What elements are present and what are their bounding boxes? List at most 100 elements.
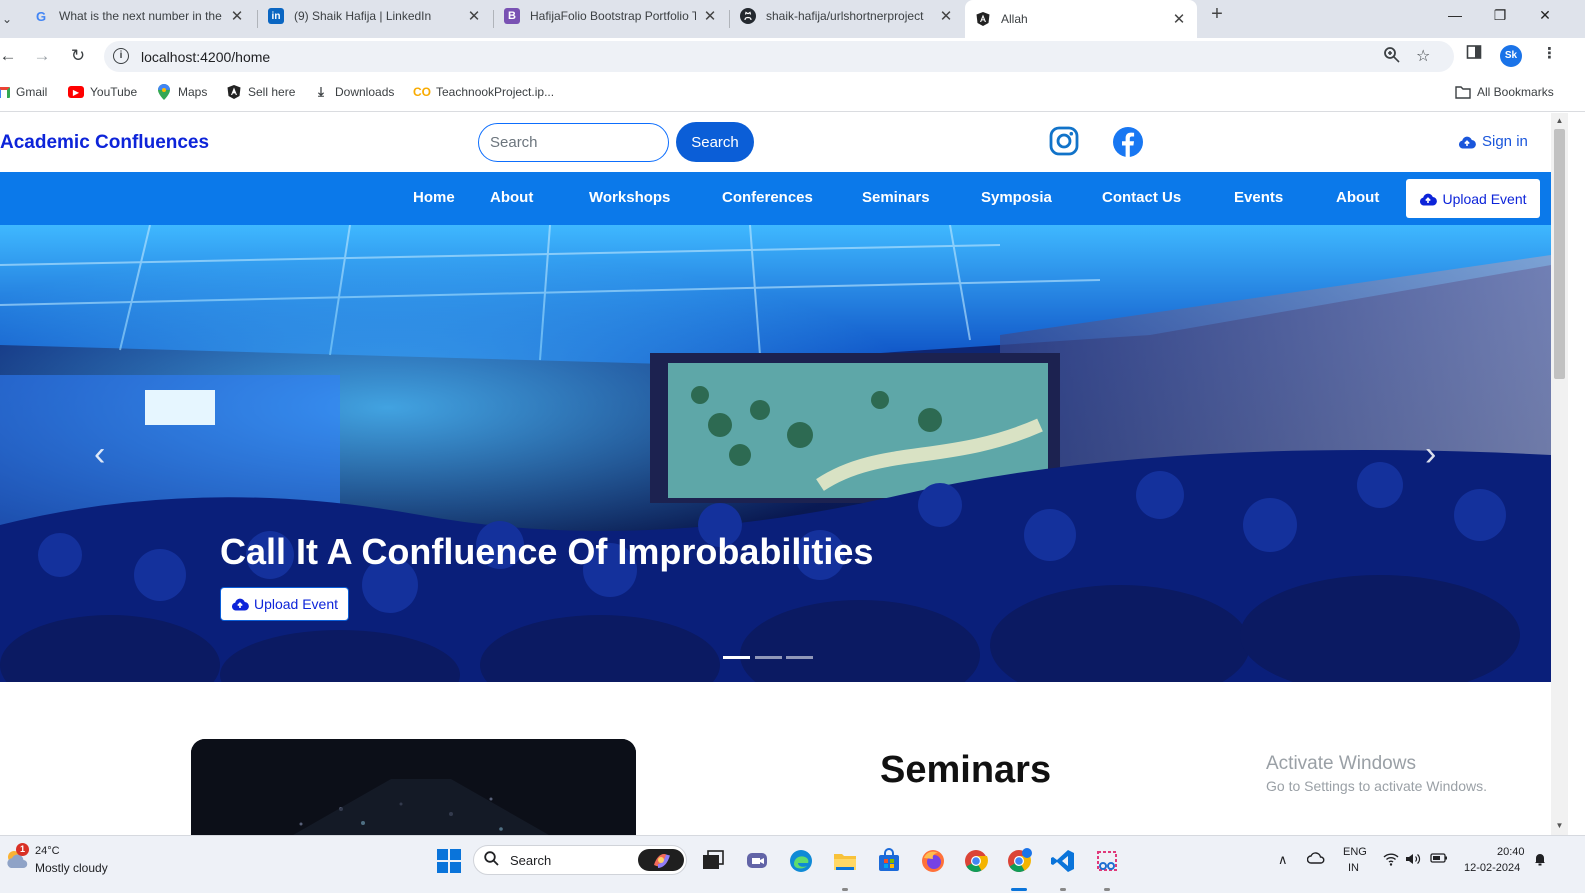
chrome-profile-icon[interactable] xyxy=(1006,848,1032,874)
search-input[interactable] xyxy=(478,123,669,162)
forward-icon[interactable]: → xyxy=(30,44,54,68)
nav-symposia[interactable]: Symposia xyxy=(981,189,1052,206)
github-icon xyxy=(740,8,756,24)
battery-icon[interactable] xyxy=(1430,852,1448,867)
file-explorer-icon[interactable] xyxy=(832,848,858,874)
tab-strip: ⌄ G What is the next number in the ✕ in … xyxy=(0,0,1585,38)
edge-icon[interactable] xyxy=(788,848,814,874)
tab-search-chevron-icon[interactable]: ⌄ xyxy=(0,8,14,30)
search-button[interactable]: Search xyxy=(676,122,754,162)
windows-start-icon[interactable] xyxy=(437,849,461,873)
tab-title: shaik-hafija/urlshortnerproject xyxy=(766,9,924,23)
brand-logo[interactable]: Academic Confluences xyxy=(0,132,209,154)
new-tab-icon[interactable]: + xyxy=(1205,3,1229,27)
minimize-icon[interactable]: — xyxy=(1432,0,1478,30)
folder-icon xyxy=(1455,85,1471,99)
bookmark-youtube[interactable]: ▶ YouTube xyxy=(68,83,137,101)
snipping-tool-icon[interactable] xyxy=(1094,848,1120,874)
side-panel-icon[interactable] xyxy=(1466,44,1482,64)
microsoft-store-icon[interactable] xyxy=(876,848,902,874)
carousel-indicator-1[interactable] xyxy=(723,656,750,659)
tab-title: Allah xyxy=(1001,12,1028,26)
tab-github[interactable]: shaik-hafija/urlshortnerproject ✕ xyxy=(730,2,964,30)
window-gutter xyxy=(1568,113,1585,835)
hero-upload-event-button[interactable]: Upload Event xyxy=(220,587,349,621)
nav-home[interactable]: Home xyxy=(413,189,455,206)
carousel-indicator-3[interactable] xyxy=(786,656,813,659)
menu-kebab-icon[interactable]: ⋮ xyxy=(1542,44,1557,62)
hero-button-label: Upload Event xyxy=(253,596,339,612)
page-scrollbar[interactable]: ▲ ▼ xyxy=(1551,113,1568,835)
tab-active[interactable]: Allah ✕ xyxy=(965,0,1197,38)
nav-conferences[interactable]: Conferences xyxy=(722,189,813,206)
notification-bell-icon[interactable] xyxy=(1533,852,1547,869)
sign-in-link[interactable]: Sign in xyxy=(1458,133,1528,150)
restore-icon[interactable]: ❐ xyxy=(1477,0,1523,30)
zoom-icon[interactable] xyxy=(1383,46,1401,69)
carousel-prev-icon[interactable]: ‹ xyxy=(94,435,105,474)
bookmark-maps[interactable]: Maps xyxy=(156,83,207,101)
close-tab-icon[interactable]: ✕ xyxy=(702,7,718,25)
teams-chat-icon[interactable] xyxy=(744,848,770,874)
all-bookmarks[interactable]: All Bookmarks xyxy=(1455,83,1554,101)
bookmark-teachnook[interactable]: CO TeachnookProject.ip... xyxy=(413,83,554,101)
bookmark-sell-here[interactable]: Sell here xyxy=(226,83,295,101)
taskbar-search[interactable]: Search xyxy=(473,845,687,875)
nav-seminars[interactable]: Seminars xyxy=(862,189,930,206)
cloud-upload-icon xyxy=(1420,193,1438,206)
site-info-icon[interactable]: i xyxy=(113,48,129,64)
weather-condition[interactable]: Mostly cloudy xyxy=(35,861,108,875)
angular-icon xyxy=(975,11,991,27)
close-window-icon[interactable]: ✕ xyxy=(1522,0,1568,30)
address-bar[interactable]: i localhost:4200/home ☆ xyxy=(104,41,1454,72)
browser-toolbar: ← → ↻ i localhost:4200/home ☆ Sk ⋮ xyxy=(0,38,1585,74)
weather-temperature[interactable]: 24°C xyxy=(35,845,60,857)
scroll-up-icon[interactable]: ▲ xyxy=(1551,114,1568,128)
carousel-indicator-2[interactable] xyxy=(755,656,782,659)
bookmark-gmail[interactable]: Gmail xyxy=(0,83,47,101)
instagram-icon[interactable] xyxy=(1049,126,1081,158)
firefox-icon[interactable] xyxy=(920,848,946,874)
back-icon[interactable]: ← xyxy=(0,44,20,68)
chrome-icon[interactable] xyxy=(963,848,989,874)
wifi-icon[interactable] xyxy=(1383,852,1399,869)
nav-contact-us[interactable]: Contact Us xyxy=(1102,189,1181,206)
close-tab-icon[interactable]: ✕ xyxy=(466,7,482,25)
onedrive-cloud-icon[interactable] xyxy=(1306,852,1325,867)
reload-icon[interactable]: ↻ xyxy=(66,44,90,68)
nav-events[interactable]: Events xyxy=(1234,189,1283,206)
close-tab-icon[interactable]: ✕ xyxy=(229,7,245,25)
carousel-next-icon[interactable]: › xyxy=(1425,435,1436,474)
language-indicator[interactable]: ENG xyxy=(1343,846,1367,858)
chevron-up-icon[interactable]: ∧ xyxy=(1278,852,1288,868)
page-viewport: Academic Confluences Search Sign in Home… xyxy=(0,113,1551,835)
tab-bootstrap[interactable]: B HafijaFolio Bootstrap Portfolio T ✕ xyxy=(494,2,728,30)
tab-linkedin[interactable]: in (9) Shaik Hafija | LinkedIn ✕ xyxy=(258,2,492,30)
close-tab-icon[interactable]: ✕ xyxy=(938,7,954,25)
nav-about[interactable]: About xyxy=(490,189,533,206)
region-indicator[interactable]: IN xyxy=(1348,862,1359,874)
scrollbar-thumb[interactable] xyxy=(1554,129,1565,379)
close-tab-icon[interactable]: ✕ xyxy=(1171,10,1187,28)
copilot-icon[interactable] xyxy=(638,849,684,871)
volume-icon[interactable] xyxy=(1405,852,1421,869)
bootstrap-icon: B xyxy=(504,8,520,24)
scroll-down-icon[interactable]: ▼ xyxy=(1551,819,1568,833)
nav-upload-event-button[interactable]: Upload Event xyxy=(1406,179,1540,218)
url-text[interactable]: localhost:4200/home xyxy=(141,49,270,65)
task-view-icon[interactable] xyxy=(700,848,726,874)
bookmark-downloads[interactable]: ⤓ Downloads xyxy=(313,83,394,101)
facebook-icon[interactable] xyxy=(1112,126,1144,158)
cloud-upload-icon xyxy=(1458,136,1476,149)
running-indicator xyxy=(1060,888,1066,891)
tab-google[interactable]: G What is the next number in the ✕ xyxy=(23,2,255,30)
nav-about-2[interactable]: About xyxy=(1336,189,1379,206)
clock-date[interactable]: 12-02-2024 xyxy=(1464,862,1520,874)
vscode-icon[interactable] xyxy=(1050,848,1076,874)
youtube-icon: ▶ xyxy=(68,86,84,98)
notification-badge: 1 xyxy=(16,843,29,856)
clock-time[interactable]: 20:40 xyxy=(1497,846,1525,858)
bookmark-star-icon[interactable]: ☆ xyxy=(1416,46,1430,66)
profile-avatar[interactable]: Sk xyxy=(1500,45,1522,67)
nav-workshops[interactable]: Workshops xyxy=(589,189,670,206)
